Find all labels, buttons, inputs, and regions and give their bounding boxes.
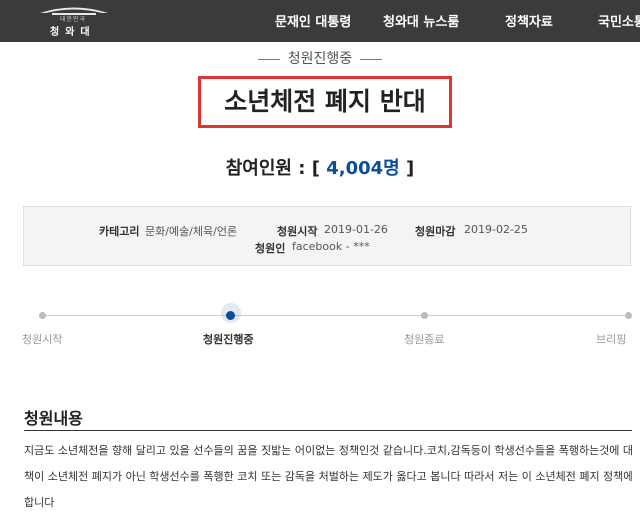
nav-newsroom[interactable]: 청와대 뉴스룸 xyxy=(383,11,459,30)
content-divider xyxy=(24,430,632,431)
count-bracket-open: [ xyxy=(311,158,320,179)
logo-subtitle: 대한민국 xyxy=(60,16,87,23)
petition-body-line: 합니다 xyxy=(24,496,55,509)
participant-count: 참여인원 : [ 4,004명 ] xyxy=(0,154,640,180)
start-date-value: 2019-01-26 xyxy=(324,223,388,236)
author-label: 청원인 xyxy=(255,242,286,255)
status-divider-right xyxy=(360,58,383,60)
step-label-closed: 청원종료 xyxy=(404,333,445,346)
category-label: 카테고리 xyxy=(99,225,140,238)
count-bracket-close: ] xyxy=(406,158,415,179)
step-label-start: 청원시작 xyxy=(22,333,63,346)
step-dot-briefing xyxy=(625,312,632,319)
step-dot-start xyxy=(39,312,46,319)
petition-status: 청원진행중 xyxy=(0,48,640,68)
status-text: 청원진행중 xyxy=(287,51,353,67)
step-label-briefing: 브리핑 xyxy=(596,333,627,346)
petition-body-line: 책이 소년체전 폐지가 아닌 학생선수를 폭행한 코치 또는 감독을 처벌하는 … xyxy=(24,470,632,483)
end-date-label: 청원마감 xyxy=(415,225,456,238)
author-value: facebook - *** xyxy=(292,240,370,253)
count-value: 4,004명 xyxy=(326,158,400,179)
content-heading: 청원내용 xyxy=(24,409,83,428)
cheongwadae-logo[interactable]: 대한민국 청와대 xyxy=(34,2,114,40)
petition-body: 지금도 소년체전을 향해 달리고 있을 선수들의 꿈을 짓밟는 어이없는 정책인… xyxy=(24,438,632,516)
top-navigation-bar: 대한민국 청와대 문재인 대통령 청와대 뉴스룸 정책자료 국민소통 xyxy=(0,0,640,42)
nav-president[interactable]: 문재인 대통령 xyxy=(275,11,351,30)
end-date-value: 2019-02-25 xyxy=(464,223,528,236)
progress-track xyxy=(42,315,628,316)
nav-communication[interactable]: 국민소통 xyxy=(598,11,640,30)
status-divider-left xyxy=(257,58,280,60)
step-label-in-progress: 청원진행중 xyxy=(203,333,254,346)
logo-title: 청와대 xyxy=(50,27,96,38)
nav-policy[interactable]: 정책자료 xyxy=(505,11,553,30)
petition-title: 소년체전 폐지 반대 xyxy=(224,87,426,116)
petition-body-line: 지금도 소년체전을 향해 달리고 있을 선수들의 꿈을 짓밟는 어이없는 정책인… xyxy=(24,444,632,457)
category-value: 문화/예술/체육/언론 xyxy=(145,225,238,238)
title-highlight-box: 소년체전 폐지 반대 xyxy=(198,76,452,128)
step-dot-closed xyxy=(421,312,428,319)
step-dot-in-progress xyxy=(226,311,235,320)
petition-info-box: 카테고리 문화/예술/체육/언론 청원시작 2019-01-26 청원마감 20… xyxy=(23,206,631,266)
count-label: 참여인원 : xyxy=(225,158,306,179)
start-date-label: 청원시작 xyxy=(277,225,318,238)
